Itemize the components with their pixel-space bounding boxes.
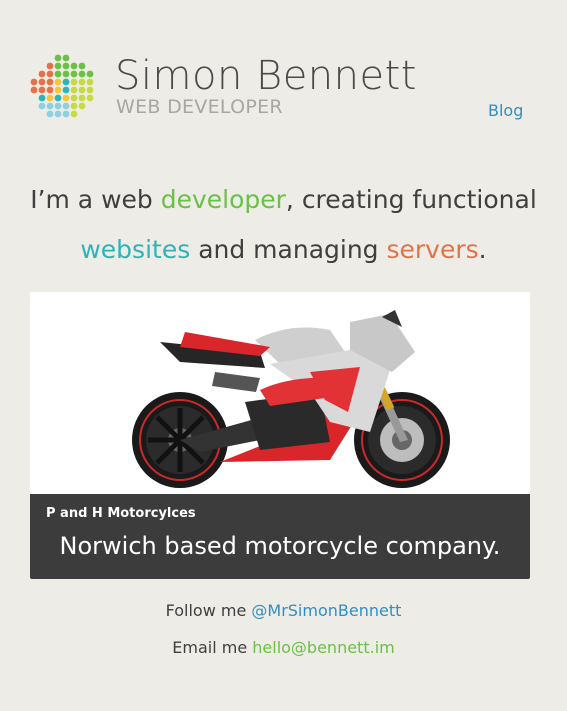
logo-dot: [86, 78, 94, 86]
logo-dot: [62, 110, 70, 118]
logo-dot: [70, 78, 78, 86]
email-link[interactable]: hello@bennett.im: [252, 638, 394, 657]
logo-dot: [38, 70, 46, 78]
tagline-text: and managing: [190, 235, 387, 264]
logo-dot: [78, 70, 86, 78]
logo-dot: [62, 54, 70, 62]
logo-dot: [54, 78, 62, 86]
email-line: Email me hello@bennett.im: [0, 637, 567, 659]
logo-dot: [70, 86, 78, 94]
tagline-highlight-websites: websites: [80, 235, 191, 264]
logo-dot: [78, 94, 86, 102]
logo-dot: [78, 102, 86, 110]
follow-label: Follow me: [165, 601, 252, 620]
logo-icon: [30, 54, 94, 118]
logo-dot: [86, 86, 94, 94]
logo-dot: [30, 78, 38, 86]
project-title: P and H Motorcylces: [46, 506, 196, 521]
tagline: I’m a web developer, creating functional…: [10, 175, 557, 275]
logo-dot: [86, 70, 94, 78]
logo-dot: [38, 78, 46, 86]
logo-dot: [46, 86, 54, 94]
logo-dot: [70, 62, 78, 70]
logo-dot: [54, 102, 62, 110]
logo-dot: [38, 86, 46, 94]
logo-dot: [54, 54, 62, 62]
logo-dot: [62, 86, 70, 94]
logo-dot: [78, 62, 86, 70]
logo-dot: [70, 102, 78, 110]
logo-dot: [46, 94, 54, 102]
tagline-text: .: [478, 235, 487, 264]
logo-dot: [62, 70, 70, 78]
logo-dot: [38, 94, 46, 102]
site-role: WEB DEVELOPER: [116, 96, 283, 118]
logo-dot: [54, 70, 62, 78]
motorcycle-image: [30, 292, 530, 494]
logo-dot: [62, 102, 70, 110]
logo-dot: [46, 110, 54, 118]
logo-dot: [54, 62, 62, 70]
logo-dot: [46, 62, 54, 70]
logo-dot: [46, 78, 54, 86]
logo-dot: [46, 70, 54, 78]
project-card[interactable]: P and H Motorcylces Norwich based motorc…: [30, 292, 530, 579]
logo-dot: [54, 86, 62, 94]
tagline-text: I’m a web: [30, 185, 161, 214]
twitter-link[interactable]: @MrSimonBennett: [251, 601, 401, 620]
logo-dot: [70, 94, 78, 102]
logo-dot: [70, 70, 78, 78]
logo-dot: [46, 102, 54, 110]
logo-dot: [54, 110, 62, 118]
logo-dot: [86, 94, 94, 102]
tagline-text: , creating functional: [285, 185, 537, 214]
logo-dot: [70, 110, 78, 118]
logo-dot: [62, 94, 70, 102]
project-description: Norwich based motorcycle company.: [59, 532, 501, 560]
logo-dot: [38, 102, 46, 110]
follow-line: Follow me @MrSimonBennett: [0, 600, 567, 622]
site-name: Simon Bennett: [115, 53, 417, 99]
project-caption: P and H Motorcylces Norwich based motorc…: [30, 494, 530, 579]
logo-dot: [62, 78, 70, 86]
logo-dot: [78, 78, 86, 86]
logo-dot: [54, 94, 62, 102]
tagline-highlight-developer: developer: [160, 185, 286, 214]
nav-blog-link[interactable]: Blog: [488, 100, 523, 122]
page: Simon Bennett WEB DEVELOPER Blog I’m a w…: [0, 0, 567, 711]
logo-dot: [78, 86, 86, 94]
tagline-highlight-servers: servers: [386, 235, 479, 264]
email-label: Email me: [172, 638, 253, 657]
logo-dot: [62, 62, 70, 70]
logo-dot: [30, 86, 38, 94]
